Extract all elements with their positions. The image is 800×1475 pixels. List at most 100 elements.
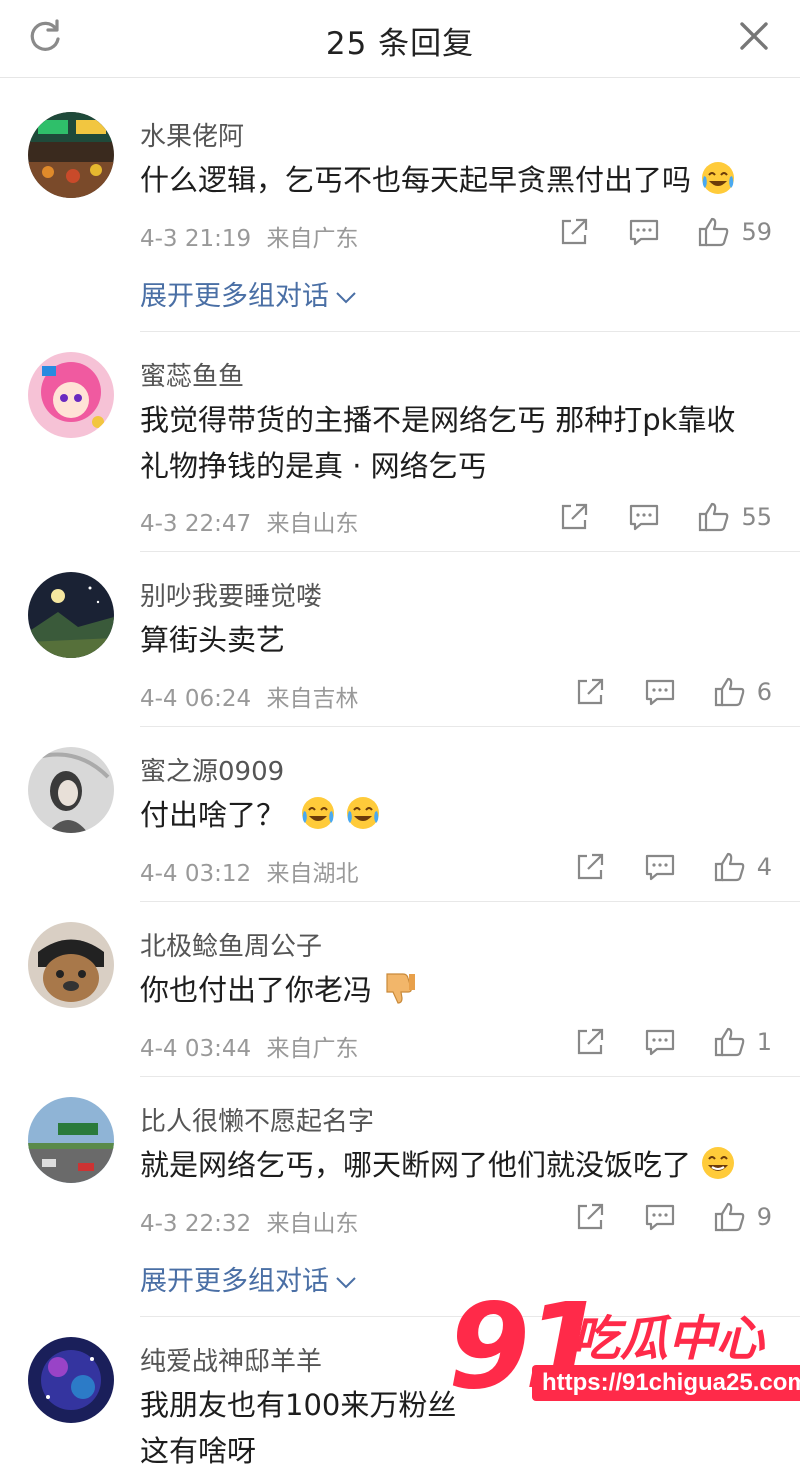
username[interactable]: 蜜之源0909 — [140, 751, 284, 788]
avatar[interactable] — [28, 352, 114, 438]
laugh-cry-emoji-icon — [702, 162, 735, 194]
share-button[interactable] — [557, 215, 591, 249]
comment-text-content: 你也付出了你老冯 — [140, 973, 373, 1007]
like-button[interactable]: 59 — [697, 215, 772, 249]
share-icon — [577, 678, 603, 705]
laugh-cry-emoji-icon — [347, 797, 380, 829]
comment-text-line2: 礼物挣钱的是真 · 网络乞丐 — [140, 449, 487, 483]
like-button[interactable]: 4 — [713, 850, 772, 884]
username[interactable]: 比人很懒不愿起名字 — [140, 1101, 374, 1138]
chevron-down-icon — [336, 291, 356, 303]
like-count: 55 — [741, 503, 772, 531]
comment-text-line2: 这有啥呀 — [140, 1434, 257, 1468]
watermark-name: 吃瓜中心 — [572, 1311, 765, 1367]
share-icon — [577, 1028, 603, 1055]
comment-icon — [645, 1029, 674, 1056]
share-icon — [577, 1203, 603, 1230]
share-icon — [577, 853, 603, 880]
comment-time: 4-4 03:12 — [140, 861, 252, 887]
laugh-cry-emoji-icon — [302, 797, 335, 829]
comment-meta: 4-4 03:44 来自广东 — [140, 1029, 358, 1063]
page-title: 25 条回复 — [325, 26, 475, 62]
like-button[interactable]: 9 — [713, 1200, 772, 1234]
comment-location: 来自广东 — [266, 1036, 359, 1062]
comment-icon — [630, 504, 659, 531]
share-button[interactable] — [557, 500, 591, 534]
avatar[interactable] — [28, 112, 114, 198]
comment-meta: 4-3 22:47 来自山东 — [140, 504, 358, 538]
comment-location: 来自山东 — [266, 1211, 359, 1237]
comment-actions: 59 — [557, 212, 772, 252]
avatar[interactable] — [28, 1097, 114, 1183]
comment-meta: 4-4 03:12 来自湖北 — [140, 854, 358, 888]
comment-text-content: 什么逻辑，乞丐不也每天起早贪黑付出了吗 — [140, 163, 692, 197]
comment-actions: 1 — [573, 1022, 772, 1062]
comment-icon — [645, 679, 674, 706]
comment-location: 来自山东 — [266, 511, 359, 537]
header: 25 条回复 — [0, 0, 800, 78]
avatar[interactable] — [28, 1337, 114, 1423]
expand-label: 展开更多组对话 — [140, 1266, 329, 1297]
like-count: 59 — [741, 218, 772, 246]
comment-time: 4-3 22:47 — [140, 511, 252, 537]
avatar[interactable] — [28, 747, 114, 833]
comment-icon — [645, 854, 674, 881]
expand-more-button[interactable]: 展开更多组对话 — [140, 274, 357, 313]
thumbs-up-icon — [714, 852, 745, 882]
share-icon — [562, 218, 588, 245]
thumbs-up-icon — [714, 1027, 745, 1057]
comment-time: 4-4 03:44 — [140, 1036, 252, 1062]
expand-more-button[interactable]: 展开更多组对话 — [140, 1259, 357, 1298]
username[interactable]: 别吵我要睡觉喽 — [140, 576, 322, 613]
username[interactable]: 北极鲶鱼周公子 — [140, 926, 322, 963]
thumbs-up-icon — [714, 1202, 745, 1232]
username[interactable]: 纯爱战神邸羊羊 — [140, 1341, 322, 1378]
chevron-down-icon — [336, 1276, 356, 1288]
share-button[interactable] — [573, 1025, 607, 1059]
like-button[interactable]: 55 — [697, 500, 772, 534]
expand-label: 展开更多组对话 — [140, 281, 329, 312]
share-button[interactable] — [573, 850, 607, 884]
thumbs-up-icon — [699, 502, 729, 532]
avatar[interactable] — [28, 572, 114, 658]
thumbs-down-emoji-icon — [386, 973, 416, 1004]
watermark-logo: 91 吃瓜中心 https://91chigua25.com — [448, 1277, 800, 1427]
divider — [140, 331, 800, 332]
comment-meta: 4-3 22:32 来自山东 — [140, 1204, 358, 1238]
avatar[interactable] — [28, 922, 114, 1008]
comment-text: 你也付出了你老冯 — [140, 966, 780, 1014]
thumbs-up-icon — [699, 217, 729, 247]
comment-icon — [630, 219, 659, 246]
share-button[interactable] — [573, 675, 607, 709]
comment-text: 就是网络乞丐，哪天断网了他们就没饭吃了 — [140, 1141, 780, 1189]
comment-actions: 6 — [573, 672, 772, 712]
like-count: 4 — [756, 853, 772, 881]
divider — [140, 1076, 800, 1077]
divider — [140, 726, 800, 727]
comment-location: 来自广东 — [266, 226, 359, 252]
comment-time: 4-3 21:19 — [140, 226, 252, 252]
reply-button[interactable] — [643, 675, 677, 709]
comment-meta: 4-4 06:24 来自吉林 — [140, 679, 358, 713]
laugh-emoji-icon — [702, 1147, 735, 1179]
reply-button[interactable] — [627, 215, 661, 249]
reply-button[interactable] — [643, 850, 677, 884]
like-button[interactable]: 6 — [713, 675, 772, 709]
divider — [140, 551, 800, 552]
comment-time: 4-4 06:24 — [140, 686, 252, 712]
reply-button[interactable] — [627, 500, 661, 534]
comment-location: 来自湖北 — [266, 861, 359, 887]
like-button[interactable]: 1 — [713, 1025, 772, 1059]
reply-button[interactable] — [643, 1025, 677, 1059]
comment-text: 算街头卖艺 — [140, 623, 286, 657]
close-icon[interactable] — [736, 18, 772, 54]
like-count: 1 — [756, 1028, 772, 1056]
like-count: 6 — [756, 678, 772, 706]
share-icon — [562, 503, 588, 530]
share-button[interactable] — [573, 1200, 607, 1234]
username[interactable]: 水果佬阿 — [140, 116, 244, 153]
comment-text: 付出啥了？ — [140, 791, 780, 839]
comment-text: 什么逻辑，乞丐不也每天起早贪黑付出了吗 — [140, 156, 780, 204]
username[interactable]: 蜜蕊鱼鱼 — [140, 356, 244, 393]
reply-button[interactable] — [643, 1200, 677, 1234]
